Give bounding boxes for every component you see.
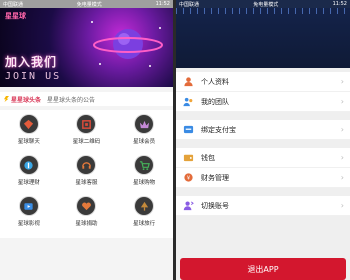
menu-gap [176, 140, 350, 148]
chevron-right-icon: › [340, 77, 344, 86]
menu-gap [176, 188, 350, 196]
cart-icon [135, 156, 154, 174]
carrier-label: 中国联通 [3, 1, 24, 8]
coin-icon [19, 156, 38, 174]
grid-item-movies[interactable]: 星球影视 [0, 197, 58, 238]
grid-item-label: 星球旅行 [133, 221, 156, 227]
menu-item-label: 切换账号 [201, 201, 229, 210]
chevron-right-icon: › [340, 201, 344, 210]
grid-item-shopping[interactable]: 星球购物 [115, 156, 173, 197]
menu-gap [176, 112, 350, 120]
planet-illustration [91, 21, 163, 67]
grid-item-label: 星球客服 [75, 180, 98, 186]
user-icon [182, 76, 194, 88]
team-icon [182, 96, 194, 108]
grid-item-label: 星球购物 [133, 180, 156, 186]
crown-icon [135, 115, 154, 133]
menu-item-label: 绑定支付宝 [201, 125, 236, 134]
finance-icon: ¥ [182, 172, 194, 184]
grid-item-vip[interactable]: 星球会员 [115, 115, 173, 156]
menu-item-alipay[interactable]: 绑定支付宝 › [176, 120, 350, 140]
grid-item-finance[interactable]: 星球理财 [0, 156, 58, 197]
clock-label: 11:52 [332, 1, 347, 7]
banner-slogan: 加入我们 [5, 55, 58, 69]
chevron-right-icon: › [340, 97, 344, 106]
wallet-icon [182, 152, 194, 164]
status-bar: 中国联通 免电量模式 11:52 [176, 0, 350, 8]
mode-label: 免电量模式 [76, 1, 102, 8]
logout-button[interactable]: 退出APP [180, 258, 346, 280]
video-icon [19, 197, 38, 215]
home-screen: 中国联通 免电量模式 11:52 星星球 加入我们 JOIN US 星星球头条 [0, 0, 173, 280]
menu-item-profile[interactable]: 个人资料 › [176, 72, 350, 92]
switch-user-icon [182, 200, 194, 212]
grid-item-label: 星球影视 [17, 221, 40, 227]
profile-screen: 中国联通 免电量模式 11:52 个人资料 › 我的团队 › 绑定支付宝 › 钱… [176, 0, 350, 280]
menu-item-wallet[interactable]: 钱包 › [176, 148, 350, 168]
link-icon [182, 124, 194, 136]
bolt-icon [4, 96, 9, 102]
grid-item-label: 星球二维码 [72, 139, 101, 145]
grid-item-label: 星球理财 [17, 180, 40, 186]
menu-item-finance[interactable]: ¥ 财务管理 › [176, 168, 350, 188]
brand-logo: 星星球 [5, 12, 26, 20]
notice-tag-label: 星星球头条 [11, 96, 42, 104]
join-banner[interactable]: 星星球 加入我们 JOIN US [0, 8, 173, 87]
notice-text: 星星球头条的公告 [47, 96, 96, 104]
grid-item-label: 星球会员 [133, 139, 156, 145]
frame-icon [77, 115, 96, 133]
grid-item-qrcode[interactable]: 星球二维码 [58, 115, 116, 156]
svg-text:¥: ¥ [186, 176, 190, 182]
grid-item-donate[interactable]: 星球捐助 [58, 197, 116, 238]
mode-label: 免电量模式 [253, 1, 279, 8]
menu-item-label: 个人资料 [201, 77, 229, 86]
carrier-label: 中国联通 [179, 1, 200, 8]
chevron-right-icon: › [340, 125, 344, 134]
feature-grid: 星球聊天 星球二维码 星球会员 星球理财 星球客服 星球购物 星球影视 星球捐助… [0, 110, 173, 238]
grid-item-travel[interactable]: 星球旅行 [115, 197, 173, 238]
headset-icon [77, 156, 96, 174]
chevron-right-icon: › [340, 173, 344, 182]
profile-menu: 个人资料 › 我的团队 › 绑定支付宝 › 钱包 › ¥ 财务管理 › 切换账号… [176, 72, 350, 216]
menu-item-label: 钱包 [201, 153, 215, 162]
notice-tag: 星星球头条 [4, 95, 41, 104]
diamond-icon [19, 115, 38, 133]
menu-item-switch-account[interactable]: 切换账号 › [176, 196, 350, 216]
grid-item-label: 星球聊天 [17, 139, 40, 145]
banner-slogan-en: JOIN US [5, 71, 62, 82]
chevron-right-icon: › [340, 153, 344, 162]
menu-item-label: 我的团队 [201, 97, 229, 106]
tree-icon [135, 197, 154, 215]
notice-bar[interactable]: 星星球头条 星星球头条的公告 [0, 92, 173, 106]
starfield-decoration [176, 8, 350, 14]
grid-item-support[interactable]: 星球客服 [58, 156, 116, 197]
clock-label: 11:52 [155, 1, 170, 7]
menu-item-label: 财务管理 [201, 173, 229, 182]
grid-item-label: 星球捐助 [75, 221, 98, 227]
app-stage: 中国联通 免电量模式 11:52 星星球 加入我们 JOIN US 星星球头条 [0, 0, 350, 280]
status-bar: 中国联通 免电量模式 11:52 [0, 0, 173, 8]
heart-icon [77, 197, 96, 215]
grid-item-chat[interactable]: 星球聊天 [0, 115, 58, 156]
profile-header [176, 8, 350, 68]
menu-item-team[interactable]: 我的团队 › [176, 92, 350, 112]
